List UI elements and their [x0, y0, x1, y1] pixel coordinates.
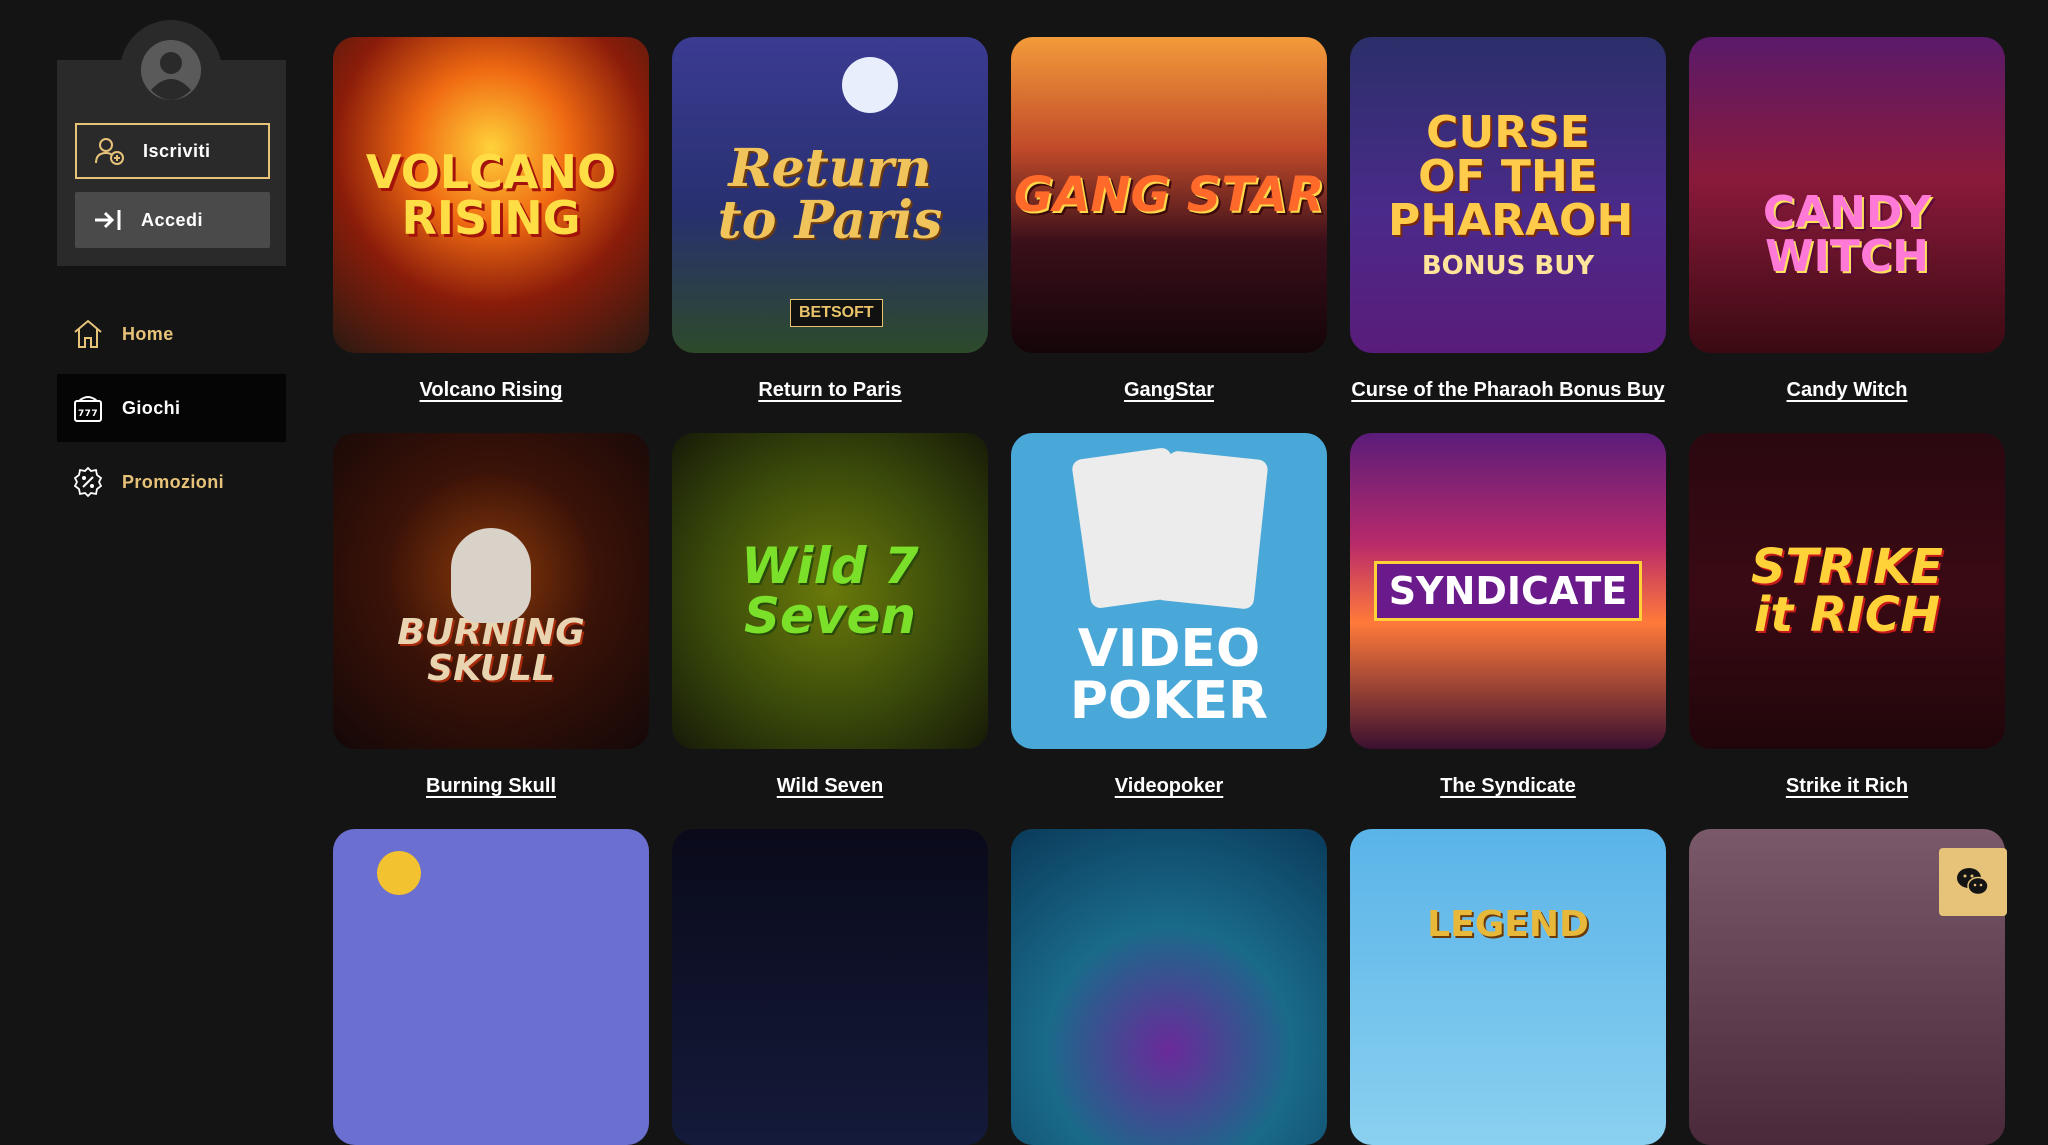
game-art-text: GANG STAR	[1013, 167, 1325, 223]
register-button[interactable]: Iscriviti	[75, 123, 270, 179]
game-thumbnail[interactable]	[333, 829, 649, 1145]
game-title-link[interactable]: Burning Skull	[333, 775, 649, 798]
game-art-text: BURNING SKULL	[397, 612, 585, 689]
game-card[interactable]	[1011, 829, 1327, 1145]
playing-card-shape	[1153, 450, 1269, 610]
game-thumbnail[interactable]: CURSE OF THE PHARAOH BONUS BUY	[1350, 37, 1666, 353]
game-title-link[interactable]: Wild Seven	[672, 775, 988, 798]
add-user-icon	[95, 138, 124, 165]
avatar-icon[interactable]	[141, 40, 201, 100]
game-art-text: VOLCANO RISING	[365, 145, 617, 245]
game-art-text: CANDY WITCH	[1762, 187, 1932, 282]
sidebar: Iscriviti Accedi Home 777 Giochi Promozi…	[57, 20, 286, 498]
game-thumbnail[interactable]: Return to Paris BETSOFT	[672, 37, 988, 353]
game-art-text: Return to Paris	[717, 138, 943, 251]
game-card[interactable]: SYNDICATE The Syndicate	[1350, 433, 1666, 798]
game-card[interactable]: Return to Paris BETSOFT Return to Paris	[672, 37, 988, 402]
skull-shape	[451, 528, 531, 623]
nav-item-promozioni[interactable]: Promozioni	[57, 448, 286, 516]
game-card[interactable]: STRIKE it RICH Strike it Rich	[1689, 433, 2005, 798]
multiplier-badge-shape	[377, 851, 421, 895]
avatar-tab	[120, 20, 222, 100]
moon-shape	[842, 57, 898, 113]
game-thumbnail[interactable]: GANG STAR	[1011, 37, 1327, 353]
game-card[interactable]: GANG STAR GangStar	[1011, 37, 1327, 402]
game-title-link[interactable]: Volcano Rising	[333, 379, 649, 402]
game-thumbnail[interactable]: VOLCANO RISING	[333, 37, 649, 353]
game-title-link[interactable]: The Syndicate	[1350, 775, 1666, 798]
game-card[interactable]: CANDY WITCH Candy Witch	[1689, 37, 2005, 402]
game-art-text: CURSE OF THE PHARAOH	[1388, 107, 1634, 246]
chat-button[interactable]	[1939, 848, 2007, 916]
provider-badge: BETSOFT	[790, 299, 883, 327]
game-thumbnail[interactable]	[672, 829, 988, 1145]
game-title-link[interactable]: Videopoker	[1011, 775, 1327, 798]
game-thumbnail[interactable]	[1011, 829, 1327, 1145]
nav-item-giochi[interactable]: 777 Giochi	[57, 374, 286, 442]
main-nav: Home 777 Giochi Promozioni	[57, 300, 286, 522]
game-title-link[interactable]: Strike it Rich	[1689, 775, 2005, 798]
game-thumbnail[interactable]: VIDEO POKER	[1011, 433, 1327, 749]
auth-panel: Iscriviti Accedi	[57, 20, 286, 266]
game-card[interactable]: VIDEO POKER Videopoker	[1011, 433, 1327, 798]
game-art-text: STRIKE it RICH	[1750, 539, 1944, 643]
game-card[interactable]: LEGEND	[1350, 829, 1666, 1145]
game-thumbnail[interactable]: STRIKE it RICH	[1689, 433, 2005, 749]
game-art-subtext: BONUS BUY	[1421, 251, 1595, 281]
nav-label: Giochi	[122, 397, 181, 418]
game-art-text: Wild 7 Seven	[741, 537, 919, 645]
game-card[interactable]: VOLCANO RISING Volcano Rising	[333, 37, 649, 402]
game-thumbnail[interactable]: CANDY WITCH	[1689, 37, 2005, 353]
svg-text:777: 777	[78, 409, 98, 419]
login-button[interactable]: Accedi	[75, 192, 270, 248]
home-icon	[74, 319, 102, 348]
register-label: Iscriviti	[143, 140, 211, 161]
game-title-link[interactable]: GangStar	[1011, 379, 1327, 402]
game-thumbnail[interactable]: SYNDICATE	[1350, 433, 1666, 749]
percent-badge-icon	[73, 466, 103, 498]
game-art-text: LEGEND	[1427, 904, 1589, 945]
nav-label: Promozioni	[122, 471, 224, 492]
nav-item-home[interactable]: Home	[57, 300, 286, 368]
game-card[interactable]	[333, 829, 649, 1145]
game-thumbnail[interactable]: Wild 7 Seven	[672, 433, 988, 749]
game-title-link[interactable]: Return to Paris	[672, 379, 988, 402]
game-art-text: VIDEO POKER	[1069, 619, 1269, 731]
game-art-text: SYNDICATE	[1373, 561, 1643, 621]
game-title-link[interactable]: Curse of the Pharaoh Bonus Buy	[1350, 379, 1666, 402]
wechat-icon	[1957, 868, 1989, 896]
game-thumbnail[interactable]: LEGEND	[1350, 829, 1666, 1145]
game-card[interactable]: BURNING SKULL Burning Skull	[333, 433, 649, 798]
slot-777-icon: 777	[74, 396, 102, 422]
login-label: Accedi	[141, 209, 204, 230]
game-card[interactable]: CURSE OF THE PHARAOH BONUS BUY Curse of …	[1350, 37, 1666, 402]
game-title-link[interactable]: Candy Witch	[1689, 379, 2005, 402]
nav-label: Home	[122, 323, 174, 344]
game-card[interactable]: Wild 7 Seven Wild Seven	[672, 433, 988, 798]
login-arrow-icon	[95, 210, 121, 230]
game-card[interactable]	[672, 829, 988, 1145]
game-thumbnail[interactable]: BURNING SKULL	[333, 433, 649, 749]
